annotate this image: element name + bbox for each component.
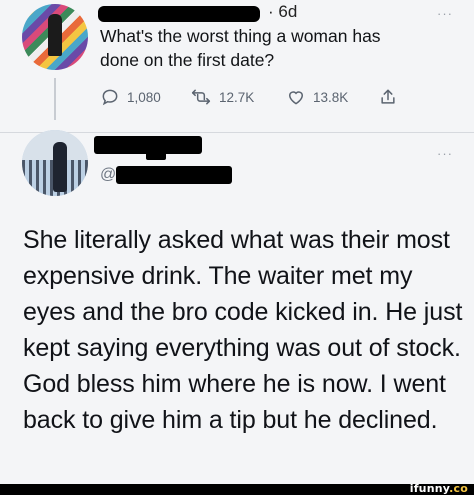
- original-tweet: · 6d ··· What's the worst thing a woman …: [0, 0, 474, 132]
- reply-text: She literally asked what was their most …: [23, 226, 463, 434]
- share-button[interactable]: [378, 86, 405, 108]
- tweet-text: What's the worst thing a woman has done …: [100, 26, 381, 70]
- redacted-username: [98, 6, 260, 22]
- reply-more-options-icon[interactable]: ···: [437, 146, 453, 161]
- reply-icon: [102, 89, 118, 106]
- reply-count: 1,080: [127, 89, 161, 105]
- tweet-timestamp[interactable]: · 6d: [268, 2, 297, 22]
- thread-connector: [54, 78, 56, 120]
- more-options-icon[interactable]: ···: [437, 6, 453, 21]
- retweet-icon: [191, 89, 211, 105]
- tweet-actions: 1,080 12.7K 13.8K: [100, 86, 420, 108]
- share-icon: [381, 89, 395, 104]
- redacted-display-name-tail: [146, 146, 166, 160]
- like-count: 13.8K: [313, 89, 349, 105]
- watermark-bar: [0, 484, 474, 495]
- reply-button[interactable]: 1,080: [100, 86, 161, 108]
- retweet-button[interactable]: 12.7K: [190, 86, 254, 108]
- redacted-handle: [116, 166, 232, 184]
- avatar-figure: [48, 14, 62, 56]
- reply-user-avatar[interactable]: [22, 130, 88, 196]
- user-avatar[interactable]: [22, 4, 88, 70]
- retweet-count: 12.7K: [219, 89, 255, 105]
- heart-icon: [288, 91, 304, 105]
- watermark-site: ifunny: [409, 482, 450, 495]
- like-button[interactable]: 13.8K: [286, 86, 348, 108]
- watermark-suffix: .co: [449, 482, 468, 495]
- reply-handle-prefix[interactable]: @: [100, 166, 116, 184]
- watermark: ifunny.co: [410, 482, 468, 495]
- avatar-person: [53, 142, 67, 192]
